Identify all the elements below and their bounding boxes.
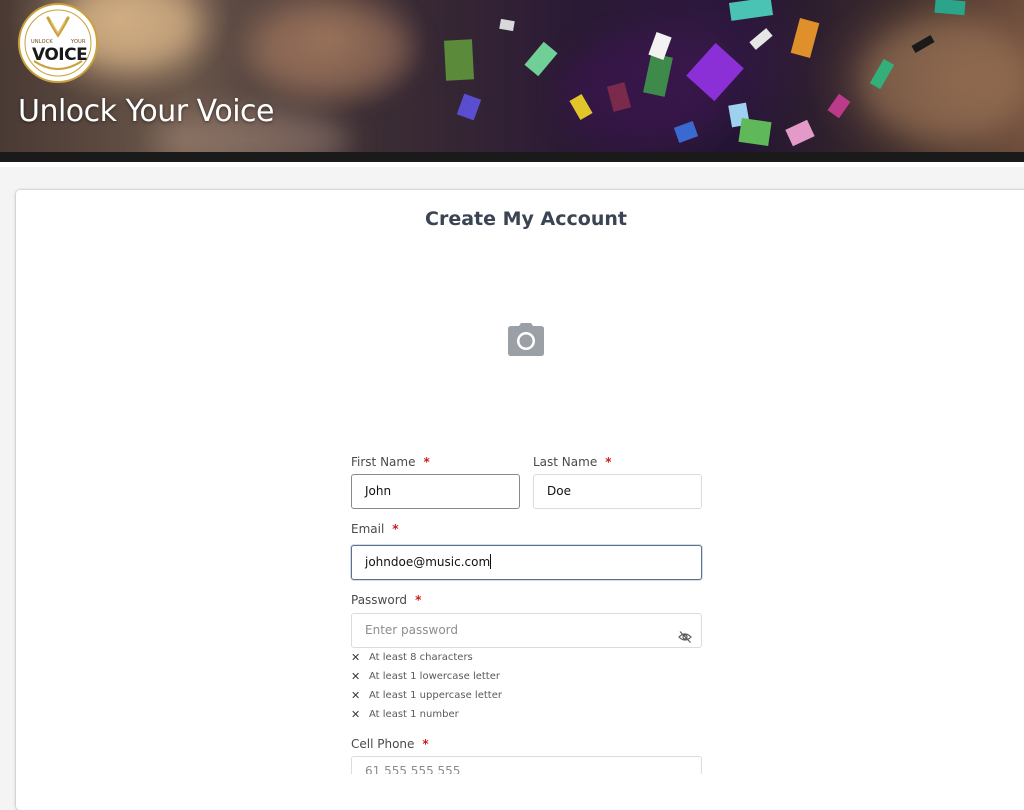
header-banner: UNLOCK YOUR VOICE Unlock Your Voice bbox=[0, 0, 1024, 152]
cell-phone-label-text: Cell Phone bbox=[351, 737, 415, 751]
page-title: Create My Account bbox=[425, 208, 627, 230]
password-placeholder: Enter password bbox=[365, 623, 458, 637]
last-name-label: Last Name * bbox=[533, 455, 612, 469]
password-label-text: Password bbox=[351, 593, 408, 607]
password-rule-text: At least 1 lowercase letter bbox=[369, 671, 500, 682]
email-input[interactable]: johndoe@music.com bbox=[351, 545, 702, 580]
required-marker: * bbox=[423, 455, 430, 469]
camera-icon[interactable] bbox=[507, 323, 545, 356]
required-marker: * bbox=[415, 593, 422, 607]
password-rule-text: At least 1 number bbox=[369, 709, 459, 720]
cell-phone-input[interactable]: 61 555 555 555 bbox=[351, 756, 702, 774]
last-name-label-text: Last Name bbox=[533, 455, 598, 469]
logo-text-voice: VOICE bbox=[32, 45, 88, 65]
email-value: johndoe@music.com bbox=[365, 555, 491, 569]
required-marker: * bbox=[605, 455, 612, 469]
required-marker: * bbox=[392, 522, 399, 536]
password-rule-text: At least 8 characters bbox=[369, 652, 473, 663]
eye-off-icon[interactable] bbox=[678, 624, 692, 643]
cell-phone-label: Cell Phone * bbox=[351, 737, 429, 751]
password-input[interactable]: Enter password bbox=[351, 613, 702, 648]
x-icon: ✕ bbox=[351, 689, 361, 702]
first-name-input[interactable]: John bbox=[351, 474, 520, 509]
signup-card bbox=[16, 190, 1024, 810]
banner-divider bbox=[0, 152, 1024, 162]
x-icon: ✕ bbox=[351, 651, 361, 664]
text-caret bbox=[490, 554, 492, 569]
password-rule-text: At least 1 uppercase letter bbox=[369, 690, 502, 701]
email-label-text: Email bbox=[351, 522, 385, 536]
banner-divider-light bbox=[0, 162, 1024, 167]
first-name-label-text: First Name bbox=[351, 455, 416, 469]
site-title: Unlock Your Voice bbox=[18, 94, 274, 129]
password-label: Password * bbox=[351, 593, 421, 607]
first-name-label: First Name * bbox=[351, 455, 430, 469]
x-icon: ✕ bbox=[351, 670, 361, 683]
required-marker: * bbox=[422, 737, 429, 751]
x-icon: ✕ bbox=[351, 708, 361, 721]
email-label: Email * bbox=[351, 522, 399, 536]
last-name-input[interactable]: Doe bbox=[533, 474, 702, 509]
cell-phone-placeholder: 61 555 555 555 bbox=[365, 764, 461, 774]
brand-logo[interactable]: UNLOCK YOUR VOICE bbox=[18, 3, 98, 83]
